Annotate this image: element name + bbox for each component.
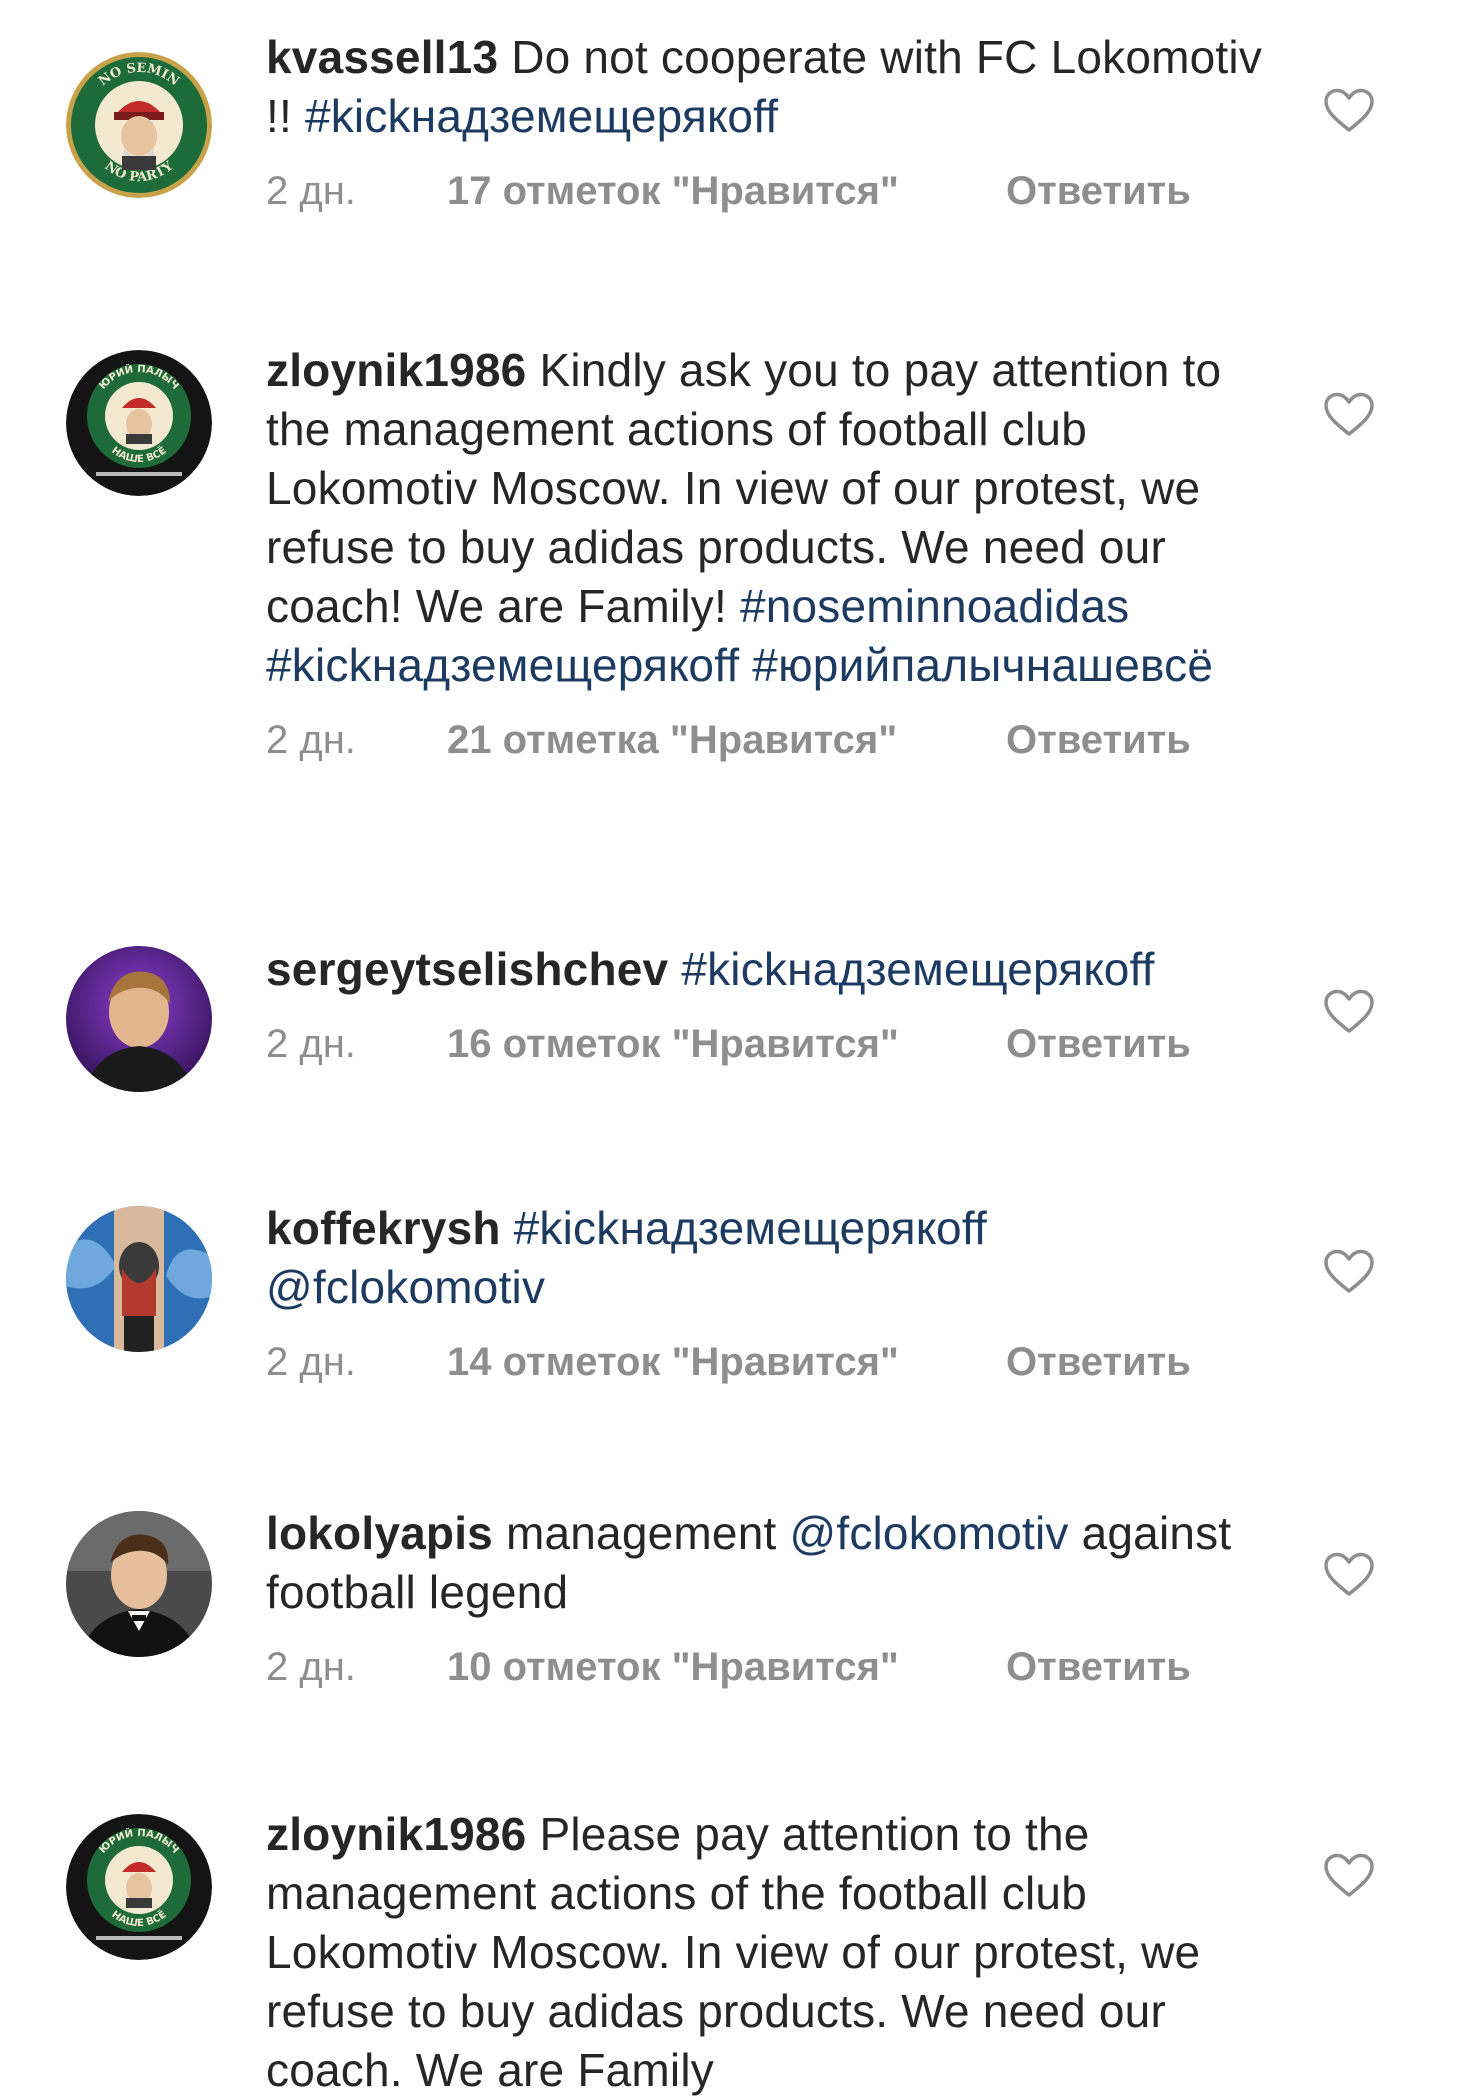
- comment-text: koffekrysh #kickнадземещерякoff @fclokom…: [266, 1199, 1276, 1317]
- comment-username[interactable]: lokolyapis: [266, 1507, 493, 1559]
- comment-meta: 2 дн. 14 отметок "Нравится" Ответить: [266, 1337, 1276, 1387]
- like-heart-icon[interactable]: [1323, 392, 1375, 438]
- comment-body: koffekrysh #kickнадземещерякoff @fclokom…: [266, 1199, 1276, 1387]
- avatar[interactable]: [66, 946, 212, 1092]
- comment-body: zloynik1986 Please pay attention to the …: [266, 1805, 1276, 2100]
- comment-text: sergeytselishchev #kickнадземещерякoff: [266, 940, 1276, 999]
- comment-likes-count[interactable]: 10 отметок "Нравится": [447, 1642, 899, 1692]
- comment-body: sergeytselishchev #kickнадземещерякoff 2…: [266, 940, 1276, 1069]
- reply-button[interactable]: Ответить: [1006, 1642, 1191, 1692]
- comment-meta: 2 дн. 17 отметок "Нравится" Ответить: [266, 166, 1276, 216]
- avatar[interactable]: ЮРИЙ ПАЛЫЧ НАШЕ ВСЁ: [66, 1814, 212, 1960]
- avatar[interactable]: [66, 1206, 212, 1352]
- comment-text: zloynik1986 Please pay attention to the …: [266, 1805, 1276, 2100]
- comment-likes-count[interactable]: 17 отметок "Нравится": [447, 166, 899, 216]
- comment-timestamp: 2 дн.: [266, 1645, 356, 1689]
- comment-text: kvassell13 Do not cooperate with FC Loko…: [266, 28, 1276, 146]
- avatar[interactable]: [66, 1511, 212, 1657]
- like-heart-icon[interactable]: [1323, 1552, 1375, 1598]
- like-heart-icon[interactable]: [1323, 1249, 1375, 1295]
- comment-timestamp: 2 дн.: [266, 1022, 356, 1066]
- like-heart-icon[interactable]: [1323, 1853, 1375, 1899]
- comment-timestamp: 2 дн.: [266, 1340, 356, 1384]
- comment-message: management: [505, 1507, 790, 1559]
- comment-username[interactable]: koffekrysh: [266, 1202, 501, 1254]
- comment-text: lokolyapis management @fclokomotiv again…: [266, 1504, 1276, 1622]
- comment-timestamp: 2 дн.: [266, 718, 356, 762]
- comment-timestamp: 2 дн.: [266, 169, 356, 213]
- like-heart-icon[interactable]: [1323, 88, 1375, 134]
- reply-button[interactable]: Ответить: [1006, 1019, 1191, 1069]
- comment-likes-count[interactable]: 21 отметка "Нравится": [447, 715, 897, 765]
- comment-body: zloynik1986 Kindly ask you to pay attent…: [266, 341, 1276, 765]
- comment-username[interactable]: zloynik1986: [266, 344, 526, 396]
- comment-body: lokolyapis management @fclokomotiv again…: [266, 1504, 1276, 1692]
- reply-button[interactable]: Ответить: [1006, 1337, 1191, 1387]
- reply-button[interactable]: Ответить: [1006, 715, 1191, 765]
- comment-likes-count[interactable]: 14 отметок "Нравится": [447, 1337, 899, 1387]
- avatar[interactable]: ЮРИЙ ПАЛЫЧ НАШЕ ВСЁ: [66, 350, 212, 496]
- comment-body: kvassell13 Do not cooperate with FC Loko…: [266, 28, 1276, 216]
- avatar[interactable]: NO SEMIN NO PARTY: [66, 52, 212, 198]
- comment-text: zloynik1986 Kindly ask you to pay attent…: [266, 341, 1276, 695]
- comment-username[interactable]: sergeytselishchev: [266, 943, 668, 995]
- comment-username[interactable]: kvassell13: [266, 31, 498, 83]
- comment-meta: 2 дн. 10 отметок "Нравится" Ответить: [266, 1642, 1276, 1692]
- comment-meta: 2 дн. 21 отметка "Нравится" Ответить: [266, 715, 1276, 765]
- comment-meta: 2 дн. 16 отметок "Нравится" Ответить: [266, 1019, 1276, 1069]
- reply-button[interactable]: Ответить: [1006, 166, 1191, 216]
- comment-username[interactable]: zloynik1986: [266, 1808, 526, 1860]
- hashtag-link[interactable]: #kickнадземещерякoff: [305, 90, 778, 142]
- hashtag-link[interactable]: #kickнадземещерякoff: [681, 943, 1154, 995]
- comment-likes-count[interactable]: 16 отметок "Нравится": [447, 1019, 899, 1069]
- like-heart-icon[interactable]: [1323, 989, 1375, 1035]
- mention-link[interactable]: @fclokomotiv: [789, 1507, 1068, 1559]
